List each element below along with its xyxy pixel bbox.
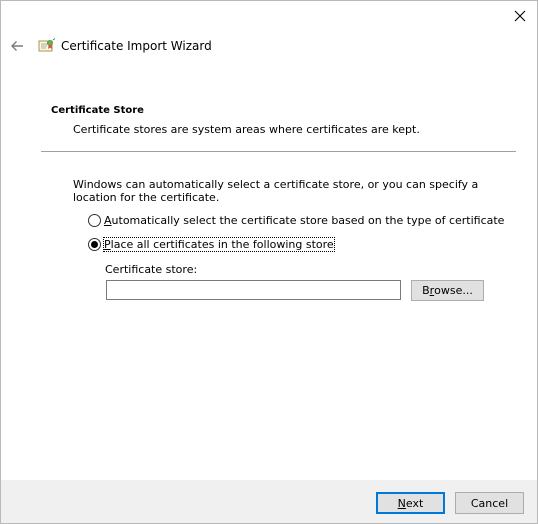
section-title: Certificate Store [51,105,144,116]
back-arrow-icon [11,41,23,51]
close-icon [514,10,526,22]
cancel-button[interactable]: Cancel [455,492,524,514]
certificate-icon [38,38,56,52]
next-button[interactable]: Next [376,492,445,514]
auto-select-store-label[interactable]: Automatically select the certificate sto… [104,214,504,227]
header-divider [41,151,516,152]
wizard-title: Certificate Import Wizard [61,39,212,53]
back-button[interactable] [6,35,28,57]
certificate-store-field[interactable] [106,280,401,300]
wizard-window: Certificate Import Wizard Certificate St… [0,0,538,524]
section-description: Certificate stores are system areas wher… [73,123,420,136]
intro-text: Windows can automatically select a certi… [73,178,479,204]
browse-button[interactable]: Br owse... [411,280,484,301]
specific-store-option[interactable]: Place all certificates in the following … [88,237,335,252]
certificate-store-label: Certificate store: [105,263,198,276]
auto-select-store-radio[interactable] [88,214,101,227]
close-button[interactable] [505,3,535,29]
auto-select-store-option[interactable]: Automatically select the certificate sto… [88,214,504,227]
specific-store-label[interactable]: Place all certificates in the following … [103,237,335,252]
specific-store-radio[interactable] [88,238,101,251]
